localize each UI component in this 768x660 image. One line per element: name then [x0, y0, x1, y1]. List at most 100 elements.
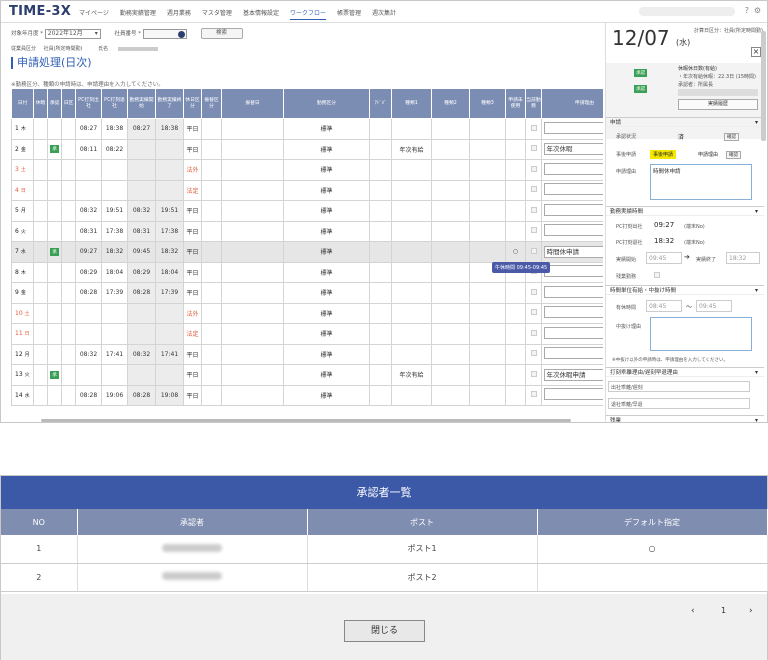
- work-end-cell[interactable]: 17:39: [155, 282, 184, 304]
- grid-row[interactable]: 1 木 08:27 18:38 08:27 18:38 平日 標準: [11, 118, 603, 140]
- work-start-cell[interactable]: 08:32: [127, 343, 156, 365]
- grid-row[interactable]: 7 水承 09:27 18:32 09:45 18:32 平日 標準 ○ 時間休申請: [11, 241, 603, 263]
- timeoff-from-input[interactable]: 08:45: [646, 300, 682, 312]
- month-select[interactable]: 2022年12月: [44, 28, 101, 39]
- nav-item[interactable]: 週月業務: [167, 8, 191, 20]
- row-checkbox[interactable]: [530, 350, 537, 357]
- row-checkbox[interactable]: [530, 124, 537, 131]
- row-checkbox[interactable]: [530, 206, 537, 213]
- transfer-date-cell[interactable]: [221, 179, 284, 201]
- work-category-cell[interactable]: 標準: [283, 343, 370, 365]
- work-start-cell[interactable]: 08:32: [127, 200, 156, 222]
- section-late[interactable]: 打刻乖離理由/遅刻早退理由: [606, 367, 764, 378]
- early-reason-input[interactable]: 退社乖離/早退: [608, 398, 750, 409]
- transfer-date-cell[interactable]: [221, 200, 284, 222]
- kind1-cell[interactable]: [391, 261, 432, 283]
- checkbox-cell[interactable]: [525, 159, 542, 181]
- checkbox-cell[interactable]: [525, 220, 542, 242]
- work-category-cell[interactable]: 標準: [283, 179, 370, 201]
- kind3-cell[interactable]: [469, 241, 506, 263]
- start-input[interactable]: 09:45: [646, 252, 682, 264]
- row-checkbox[interactable]: [530, 288, 537, 295]
- work-start-cell[interactable]: 08:28: [127, 282, 156, 304]
- kind1-cell[interactable]: [391, 241, 432, 263]
- overtime-checkbox[interactable]: [654, 272, 660, 278]
- row-checkbox[interactable]: [530, 227, 537, 234]
- section-apply[interactable]: 申請: [606, 117, 764, 128]
- user-info[interactable]: [639, 7, 735, 16]
- kind3-cell[interactable]: [469, 282, 506, 304]
- nav-item[interactable]: 勤務実績管理: [120, 8, 156, 20]
- transfer-date-cell[interactable]: [221, 220, 284, 242]
- kind1-cell[interactable]: 年次有給: [391, 364, 432, 386]
- work-start-cell[interactable]: 08:27: [127, 118, 156, 140]
- timeoff-to-input[interactable]: 09:45: [696, 300, 732, 312]
- gear-icon[interactable]: ⚙: [754, 6, 761, 15]
- close-button[interactable]: 閉じる: [344, 620, 425, 642]
- work-category-cell[interactable]: 標準: [283, 200, 370, 222]
- reason-type-button[interactable]: 確認: [726, 151, 741, 159]
- reason-input[interactable]: [543, 265, 603, 278]
- kind1-cell[interactable]: [391, 282, 432, 304]
- work-start-cell[interactable]: 08:28: [127, 384, 156, 406]
- kind3-cell[interactable]: [469, 302, 506, 324]
- work-start-cell[interactable]: [127, 323, 156, 345]
- kind3-cell[interactable]: [469, 179, 506, 201]
- help-icon[interactable]: ?: [745, 6, 749, 15]
- checkbox-cell[interactable]: [525, 138, 542, 160]
- prev-page-button[interactable]: ‹: [691, 606, 695, 616]
- row-checkbox[interactable]: [530, 329, 537, 336]
- reason-input[interactable]: [543, 224, 603, 237]
- transfer-date-cell[interactable]: [221, 159, 284, 181]
- work-end-cell[interactable]: [155, 323, 184, 345]
- reason-input[interactable]: [543, 285, 603, 298]
- work-category-cell[interactable]: 標準: [283, 159, 370, 181]
- work-start-cell[interactable]: [127, 302, 156, 324]
- end-input[interactable]: 18:32: [726, 252, 760, 264]
- grid-row[interactable]: 12 月 08:32 17:41 08:32 17:41 平日 標準: [11, 343, 603, 365]
- work-end-cell[interactable]: 18:32: [155, 241, 184, 263]
- reason-input[interactable]: [543, 183, 603, 196]
- checkbox-cell[interactable]: [525, 282, 542, 304]
- kind1-cell[interactable]: [391, 200, 432, 222]
- work-category-cell[interactable]: 標準: [283, 261, 370, 283]
- transfer-date-cell[interactable]: [221, 138, 284, 160]
- reason-input[interactable]: [543, 388, 603, 401]
- row-checkbox[interactable]: [530, 186, 537, 193]
- reason-input[interactable]: [543, 121, 603, 134]
- kind1-cell[interactable]: [391, 302, 432, 324]
- work-category-cell[interactable]: 標準: [283, 323, 370, 345]
- row-checkbox[interactable]: [530, 309, 537, 316]
- checkbox-cell[interactable]: [525, 323, 542, 345]
- kind1-cell[interactable]: [391, 384, 432, 406]
- nav-item[interactable]: マスタ管理: [202, 8, 232, 20]
- kind2-cell[interactable]: [431, 220, 470, 242]
- close-icon[interactable]: ×: [751, 47, 761, 57]
- kind1-cell[interactable]: [391, 323, 432, 345]
- checkbox-cell[interactable]: [525, 302, 542, 324]
- kind2-cell[interactable]: [431, 261, 470, 283]
- action-strip[interactable]: [678, 89, 758, 96]
- nuke-reason-textarea[interactable]: [650, 317, 752, 351]
- kind3-cell[interactable]: [469, 200, 506, 222]
- work-end-cell[interactable]: 17:41: [155, 343, 184, 365]
- kind2-cell[interactable]: [431, 118, 470, 140]
- work-end-cell[interactable]: [155, 302, 184, 324]
- checkbox-cell[interactable]: [525, 118, 542, 140]
- late-reason-input[interactable]: 出社乖離/遅刻: [608, 381, 750, 392]
- reason-input[interactable]: [543, 203, 603, 216]
- approver-row[interactable]: 2 ポスト2: [1, 563, 768, 592]
- nav-item[interactable]: 基本情報設定: [243, 8, 279, 20]
- nav-item[interactable]: 週次集計: [372, 8, 396, 20]
- work-category-cell[interactable]: 標準: [283, 302, 370, 324]
- kind3-cell[interactable]: [469, 343, 506, 365]
- work-start-cell[interactable]: [127, 159, 156, 181]
- row-checkbox[interactable]: [530, 370, 537, 377]
- reason-input[interactable]: 時間休申請: [543, 245, 603, 258]
- section-timeoff[interactable]: 時間単位有給・中抜け時間: [606, 285, 764, 296]
- transfer-date-cell[interactable]: [221, 343, 284, 365]
- checkbox-cell[interactable]: [525, 179, 542, 201]
- kind1-cell[interactable]: [391, 343, 432, 365]
- grid-row[interactable]: 2 金 承 08:11 08:22 平日 標準 年次有給 年次休暇: [11, 138, 603, 160]
- kind3-cell[interactable]: [469, 220, 506, 242]
